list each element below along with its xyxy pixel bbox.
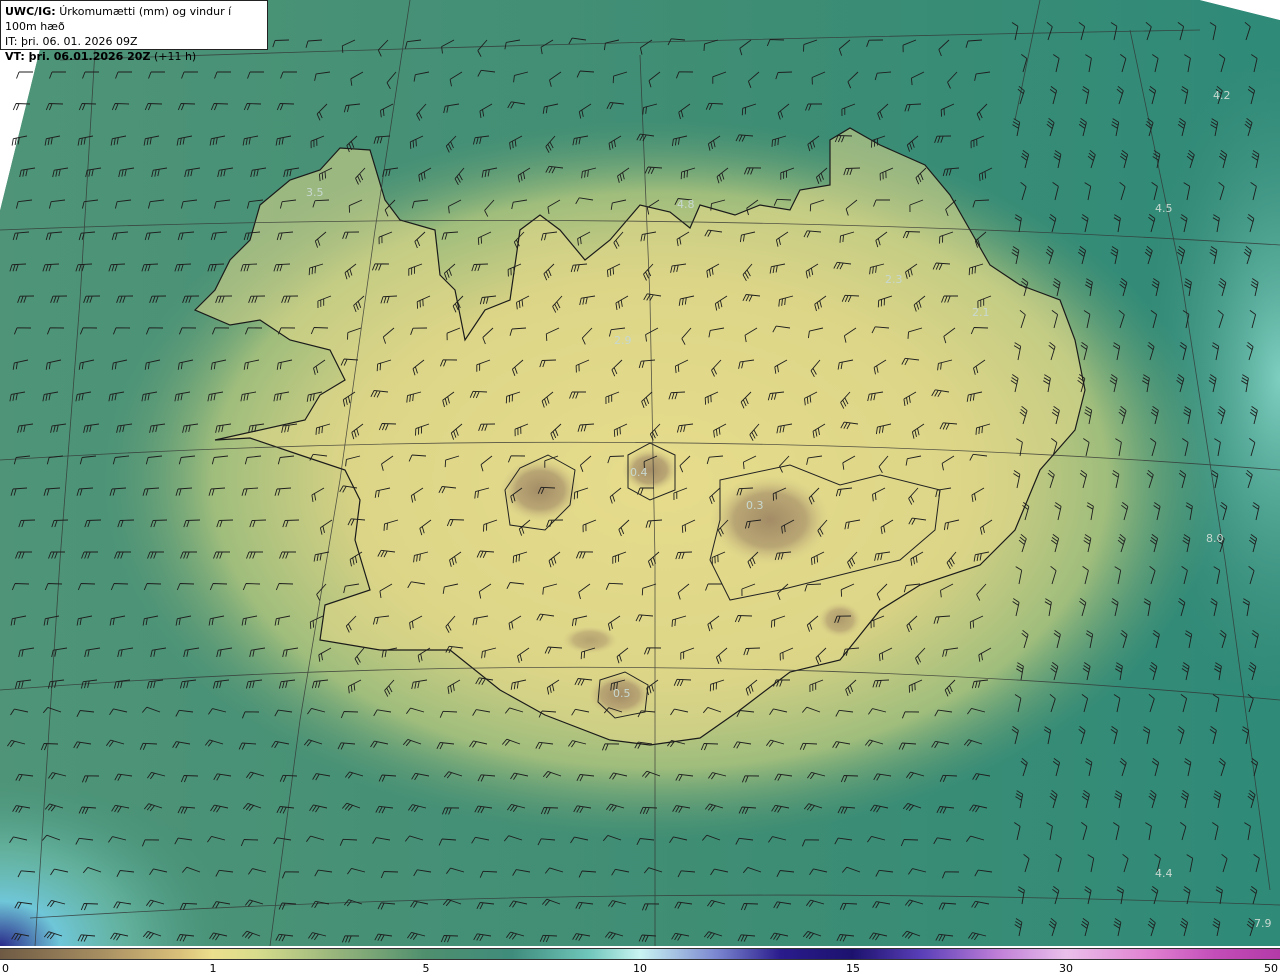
lead-time: (+11 h): [153, 50, 197, 63]
value-label: 4.2: [1213, 89, 1231, 102]
value-label: 0.5: [613, 687, 631, 700]
value-label: 2.9: [614, 334, 632, 347]
title-line: UWC/IG: Úrkomumætti (mm) og vindur í 100…: [5, 4, 263, 34]
weather-map[interactable]: 4.2 3.5 4.8 2.3 2.1 4.5 0.4 0.3 8.0 0.5 …: [0, 0, 1280, 947]
colorbar-gradient: [0, 948, 1280, 960]
map-canvas: 4.2 3.5 4.8 2.3 2.1 4.5 0.4 0.3 8.0 0.5 …: [0, 0, 1280, 947]
value-label: 3.5: [306, 186, 324, 199]
product-code: UWC/IG:: [5, 5, 56, 18]
value-label: 7.9: [1254, 917, 1272, 930]
value-label: 0.3: [746, 499, 764, 512]
value-label: 2.3: [885, 273, 903, 286]
glacier-south: [818, 602, 862, 638]
colorbar-tick: 0: [2, 962, 9, 975]
valid-time: VT: þri. 06.01.2026 20Z: [5, 50, 151, 63]
value-label: 4.8: [677, 198, 695, 211]
colorbar-tick: 1: [209, 962, 217, 975]
value-label: 4.4: [1155, 867, 1173, 880]
colorbar-tick: 30: [1059, 962, 1073, 975]
value-label: 4.5: [1155, 202, 1173, 215]
info-box: UWC/IG: Úrkomumætti (mm) og vindur í 100…: [0, 0, 268, 63]
colorbar-tick: 5: [422, 962, 430, 975]
colorbar-tick: 15: [846, 962, 860, 975]
colorbar-tick: 50: [1264, 962, 1278, 975]
init-time: IT: þri. 06. 01. 2026 09Z: [5, 35, 138, 48]
valid-time-line: VT: þri. 06.01.2026 20Z (+11 h): [5, 49, 263, 64]
value-label: 8.0: [1206, 532, 1224, 545]
value-label: 0.4: [630, 466, 648, 479]
colorbar: 0 1 5 10 15 30 50: [0, 946, 1280, 978]
value-label: 2.1: [972, 306, 990, 319]
colorbar-tick: 10: [633, 962, 647, 975]
